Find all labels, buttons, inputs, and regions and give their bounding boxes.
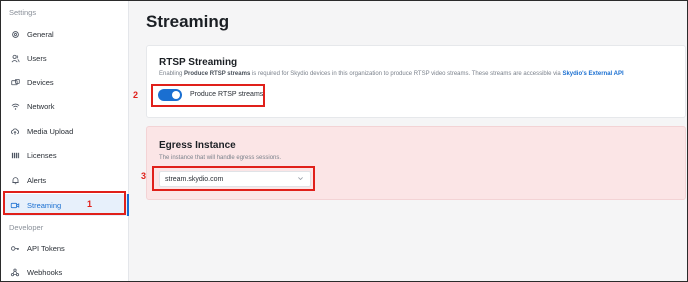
settings-section-label: Settings	[9, 8, 37, 17]
cloud-upload-icon	[10, 126, 20, 136]
sidebar-item-label: Devices	[27, 77, 54, 87]
chevron-down-icon	[297, 175, 304, 184]
gear-icon	[10, 29, 20, 39]
sidebar-item-label: Licenses	[27, 150, 57, 160]
produce-rtsp-toggle-label: Produce RTSP streams	[190, 91, 264, 98]
rtsp-desc-bold: Produce RTSP streams	[184, 71, 251, 77]
external-api-link[interactable]: Skydio's External API	[562, 71, 623, 77]
video-camera-icon	[10, 200, 20, 210]
annotation-number-3: 3	[141, 171, 147, 181]
sidebar: Settings General Users Devices Network M…	[1, 1, 129, 281]
sidebar-item-general[interactable]: General	[5, 23, 127, 45]
sidebar-item-label: Users	[27, 53, 47, 63]
users-icon	[10, 53, 20, 63]
sidebar-item-users[interactable]: Users	[5, 47, 127, 69]
sidebar-item-label: Network	[27, 101, 55, 111]
sidebar-item-alerts[interactable]: Alerts	[5, 169, 127, 191]
devices-icon	[10, 77, 20, 87]
rtsp-desc-middle: is required for Skydio devices in this o…	[250, 71, 563, 77]
sidebar-item-label: General	[27, 29, 54, 39]
licenses-icon	[10, 150, 20, 160]
sidebar-item-api-tokens[interactable]: API Tokens	[5, 237, 127, 259]
sidebar-item-label: API Tokens	[27, 243, 65, 253]
sidebar-item-label: Media Upload	[27, 126, 74, 136]
sidebar-item-label: Streaming	[27, 200, 62, 210]
sidebar-item-network[interactable]: Network	[5, 95, 127, 117]
annotation-number-1: 1	[87, 199, 93, 209]
sidebar-item-label: Webhooks	[27, 267, 63, 277]
egress-card-title: Egress Instance	[159, 140, 236, 151]
rtsp-desc-prefix: Enabling	[159, 71, 185, 77]
sidebar-item-devices[interactable]: Devices	[5, 71, 127, 93]
egress-selected-value: stream.skydio.com	[165, 175, 224, 183]
toggle-knob	[172, 91, 180, 99]
bell-icon	[10, 175, 20, 185]
sidebar-item-licenses[interactable]: Licenses	[5, 144, 127, 166]
rtsp-card-title: RTSP Streaming	[159, 57, 238, 68]
egress-card-description: The instance that will handle egress ses…	[159, 155, 282, 161]
key-icon	[10, 243, 20, 253]
page-title: Streaming	[146, 12, 230, 31]
rtsp-streaming-card: RTSP Streaming Enabling Produce RTSP str…	[146, 45, 686, 118]
annotation-number-2: 2	[133, 90, 139, 100]
wifi-icon	[10, 101, 20, 111]
sidebar-item-media-upload[interactable]: Media Upload	[5, 120, 127, 142]
sidebar-item-webhooks[interactable]: Webhooks	[5, 261, 127, 282]
rtsp-card-description: Enabling Produce RTSP streams is require…	[159, 71, 624, 77]
egress-instance-select[interactable]: stream.skydio.com	[159, 171, 311, 187]
webhooks-icon	[10, 267, 20, 277]
produce-rtsp-toggle[interactable]	[158, 89, 182, 101]
developer-section-label: Developer	[9, 223, 44, 232]
sidebar-item-streaming[interactable]: Streaming	[5, 194, 129, 216]
egress-instance-card: Egress Instance The instance that will h…	[146, 126, 686, 200]
sidebar-item-label: Alerts	[27, 175, 47, 185]
